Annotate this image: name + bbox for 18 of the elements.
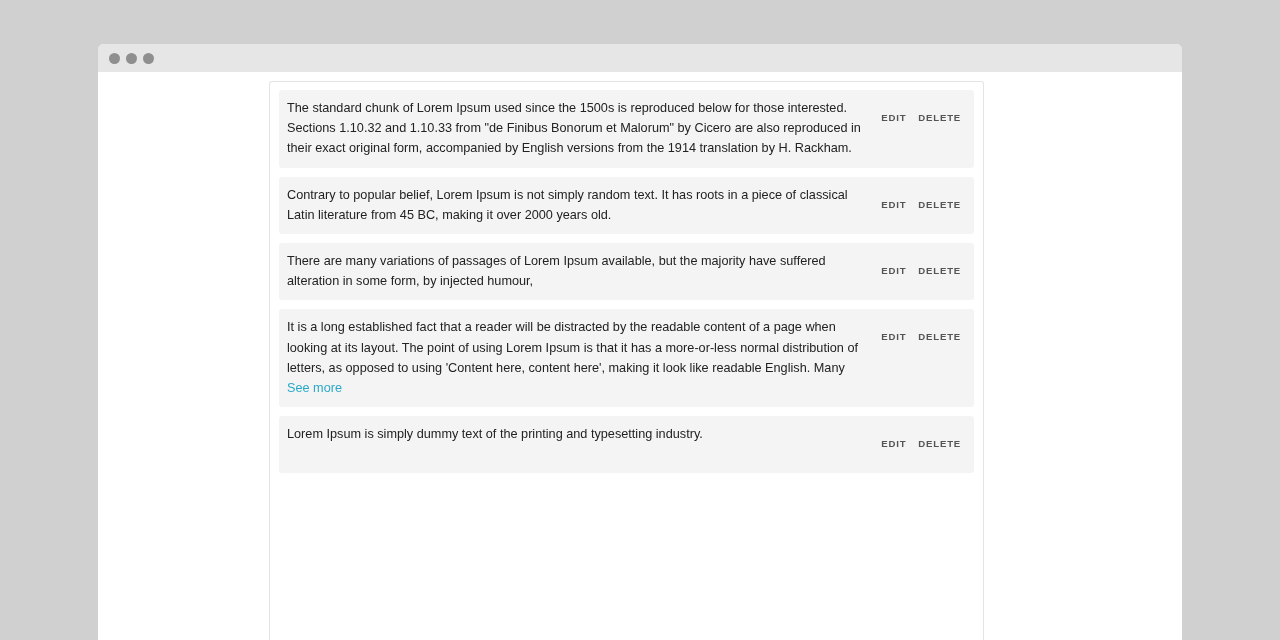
edit-button[interactable]: EDIT bbox=[875, 98, 913, 138]
note-text: There are many variations of passages of Lorem Ipsum available, but the majority have suffered alteration in some form, by injected humour, bbox=[287, 253, 827, 291]
delete-button[interactable]: DELETE bbox=[912, 317, 967, 358]
delete-button[interactable]: DELETE bbox=[912, 184, 967, 225]
dot-icon bbox=[143, 52, 154, 64]
note-text: Lorem Ipsum is simply dummy text of the printing and typesetting industry. bbox=[287, 426, 704, 444]
delete-button[interactable]: DELETE bbox=[912, 424, 967, 465]
edit-button[interactable]: EDIT bbox=[875, 317, 913, 358]
note-text: The standard chunk of Lorem Ipsum used since the 1500s is reproduced below for those interested. Sections 1.10.32 and 1.10.33 from "de Finibus Bonorum et Malorum" by Cicero are also reproduced in their exact original form, accompanied by English versions from the 1914 translation by H. Rackham. bbox=[287, 100, 862, 158]
delete-button[interactable]: DELETE bbox=[912, 98, 967, 138]
dot-icon bbox=[109, 52, 120, 64]
edit-button[interactable]: EDIT bbox=[875, 424, 913, 465]
edit-button[interactable]: EDIT bbox=[875, 251, 913, 291]
delete-button[interactable]: DELETE bbox=[912, 251, 967, 291]
note-text: It is a long established fact that a reader will be distracted by the readable content of a page when looking at its layout. The point of using Lorem Ipsum is that it has a more-or-less normal distribution of letters, as opposed to using 'Content here, content here', making it look like readable English. Many bbox=[287, 319, 859, 377]
dot-icon bbox=[126, 52, 137, 64]
note-text: Contrary to popular belief, Lorem Ipsum is not simply random text. It has roots in a piece of classical Latin literature from 45 BC, making it over 2000 years old. bbox=[287, 186, 849, 224]
edit-button[interactable]: EDIT bbox=[875, 184, 913, 225]
